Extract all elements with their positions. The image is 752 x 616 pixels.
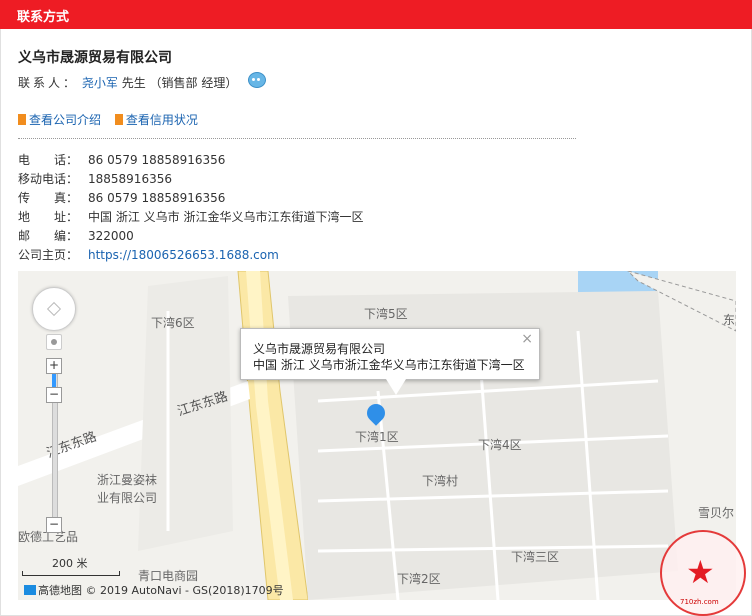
map-label: 雪贝尔: [698, 506, 735, 520]
contact-info-list: 电 话： 86 0579 18858916356 移动电话： 18858916356…: [18, 151, 363, 265]
contact-person-row: 联系人： 尧小军 先生 （销售部 经理）: [18, 74, 237, 91]
info-row-postcode: 邮 编： 322000: [18, 229, 134, 243]
zoom-handle[interactable]: −: [46, 387, 62, 403]
popup-address: 中国 浙江 义乌市浙江金华义乌市江东街道下湾一区: [253, 358, 525, 372]
pan-control[interactable]: [32, 287, 76, 331]
info-row-mobile: 移动电话： 18858916356: [18, 172, 172, 186]
section-header: 联系方式: [0, 0, 752, 29]
popup-pointer: [386, 379, 406, 395]
chat-icon[interactable]: [248, 72, 266, 88]
map-label: 下湾4区: [478, 438, 522, 452]
info-row-homepage: 公司主页： https://18006526653.1688.com: [18, 248, 279, 262]
contact-label: 联系人：: [18, 76, 79, 90]
info-row-fax: 传 真： 86 0579 18858916356: [18, 191, 226, 205]
map-copyright: 高德地图 © 2019 AutoNavi - GS(2018)1709号: [24, 582, 284, 598]
map-label: 业有限公司: [97, 491, 158, 505]
company-links: 查看公司介绍 查看信用状况: [18, 111, 208, 128]
company-name: 义乌市晟源贸易有限公司: [18, 50, 172, 66]
scale-bar: [22, 571, 120, 576]
view-company-intro-link[interactable]: 查看公司介绍: [18, 111, 101, 128]
watermark-stamp: ★ 710zh.com: [660, 530, 746, 616]
map-label: 下湾2区: [397, 572, 441, 586]
map-view[interactable]: 下湾6区 下湾5区 下湾1区 下湾4区 下湾村 下湾三区 下湾2区 江东东路 江…: [18, 271, 736, 600]
section-title: 联系方式: [17, 10, 70, 25]
map-label: 东: [723, 313, 736, 327]
star-icon: ★: [686, 553, 715, 591]
zoom-out-button[interactable]: −: [46, 517, 62, 533]
scale-label: 200 米: [52, 557, 88, 570]
homepage-link[interactable]: https://18006526653.1688.com: [88, 248, 279, 262]
zoom-in-button[interactable]: +: [46, 358, 62, 374]
document-icon: [18, 114, 26, 125]
contact-detail: 先生 （销售部 经理）: [121, 76, 238, 90]
info-row-phone: 电 话： 86 0579 18858916356: [18, 153, 226, 167]
close-icon[interactable]: ×: [521, 331, 533, 347]
stamp-url: 710zh.com: [680, 598, 719, 606]
map-info-window: 义乌市晟源贸易有限公司 中国 浙江 义乌市浙江金华义乌市江东街道下湾一区 ×: [240, 328, 540, 380]
popup-company-name: 义乌市晟源贸易有限公司: [253, 342, 386, 356]
map-label: 下湾6区: [151, 316, 195, 330]
divider: [18, 138, 576, 139]
locate-button[interactable]: [46, 334, 62, 350]
map-label: 下湾1区: [355, 430, 399, 444]
document-icon: [114, 114, 123, 125]
map-label: 下湾三区: [511, 550, 560, 564]
info-row-address: 地 址： 中国 浙江 义乌市 浙江金华义乌市江东街道下湾一区: [18, 210, 364, 224]
view-credit-status-link[interactable]: 查看信用状况: [114, 111, 198, 128]
amap-logo-icon: [24, 585, 36, 595]
map-label: 下湾5区: [364, 307, 408, 321]
contact-person-link[interactable]: 尧小军: [82, 76, 118, 90]
map-label: 浙江曼姿袜: [97, 473, 158, 487]
map-label: 下湾村: [422, 474, 459, 488]
